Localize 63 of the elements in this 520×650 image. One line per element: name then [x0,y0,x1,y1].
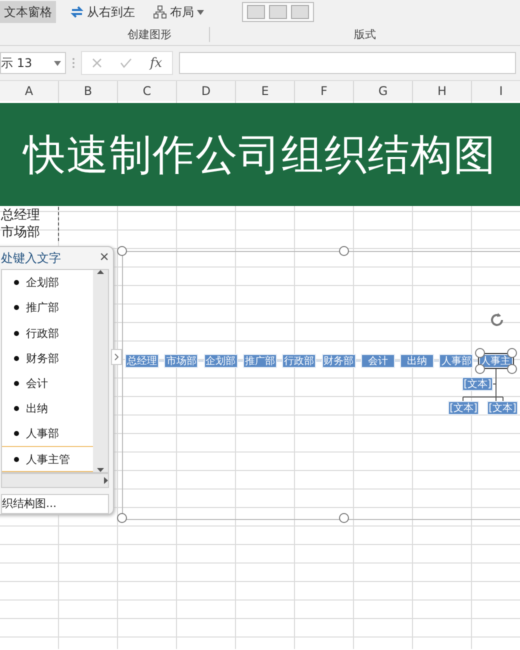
group-label: 创建图形 [128,26,172,42]
resize-handle[interactable] [117,246,127,256]
bullet-icon [14,305,19,310]
hierarchy-icon [153,5,167,19]
insert-function-button[interactable]: fx [150,56,162,70]
bullet-icon [14,280,19,286]
chart-node[interactable]: 市场部 [164,354,198,368]
chart-node[interactable]: 行政部 [282,354,316,368]
bullet-icon [14,406,19,412]
list-item[interactable]: 财务部 [2,346,93,371]
chart-node[interactable]: 总经理 [125,354,159,368]
list-item[interactable]: 企划部 [2,270,93,296]
grip-icon [72,57,75,69]
chart-node[interactable]: 企划部 [204,354,238,368]
text-pane-toggle[interactable] [111,349,122,365]
resize-handle[interactable] [339,513,349,523]
resize-handle[interactable] [339,246,349,256]
right-to-left-button[interactable]: 从右到左 [66,1,139,23]
banner-title: 快速制作公司组织结构图 [24,128,496,180]
rotate-handle-icon[interactable] [488,312,505,328]
scroll-right-icon[interactable] [104,476,108,484]
horizontal-scrollbar[interactable] [1,472,109,488]
check-icon[interactable] [120,58,132,68]
group-label: 版式 [354,26,376,42]
pane-title: 处键入文字 [1,250,61,267]
name-box[interactable]: 示 13 [0,52,66,74]
resize-handle[interactable] [474,364,485,374]
text-pane-button[interactable]: 文本窗格 [0,1,56,23]
dropdown-caret-icon [54,60,61,66]
bullet-icon [14,380,19,386]
connector-line [462,368,504,402]
dropdown-caret-icon [197,10,204,14]
chart-node[interactable]: 财务部 [322,354,356,368]
list-item[interactable]: 行政部 [2,320,93,346]
chart-node[interactable]: [文本] [462,377,493,391]
bullet-icon [14,456,19,462]
scroll-up-icon[interactable] [97,270,104,274]
layout-button[interactable]: 布局 [149,1,208,23]
chart-node[interactable]: [文本] [487,401,518,415]
resize-handle[interactable] [506,364,517,374]
list-item[interactable]: 人事部 [2,421,93,446]
bullet-icon [14,356,19,361]
name-box-value: 示 13 [1,54,32,72]
chevron-icon [114,353,119,361]
bullet-icon [14,330,19,336]
swap-arrows-icon [70,5,84,19]
pane-link[interactable]: 织结构图... [1,494,109,514]
list-item[interactable]: 会计 [2,370,93,396]
table-cell-text: 市场部 [0,224,41,241]
chart-node[interactable]: [文本] [448,401,479,415]
resize-handle[interactable] [117,513,127,523]
list-item[interactable]: 出纳 [2,396,93,422]
resize-handle[interactable] [474,348,485,358]
list-item[interactable]: 推广部 [2,295,93,321]
formula-input[interactable] [179,52,516,74]
chart-node[interactable]: 人事部 [439,354,474,368]
chart-node[interactable]: 出纳 [400,354,434,368]
chart-node[interactable]: 推广部 [242,354,277,368]
table-cell-text: 总经理 [0,207,41,224]
vertical-scrollbar[interactable] [93,270,108,472]
bullet-icon [14,431,19,436]
chart-node[interactable]: 会计 [360,354,395,368]
close-button[interactable]: × [100,249,109,268]
